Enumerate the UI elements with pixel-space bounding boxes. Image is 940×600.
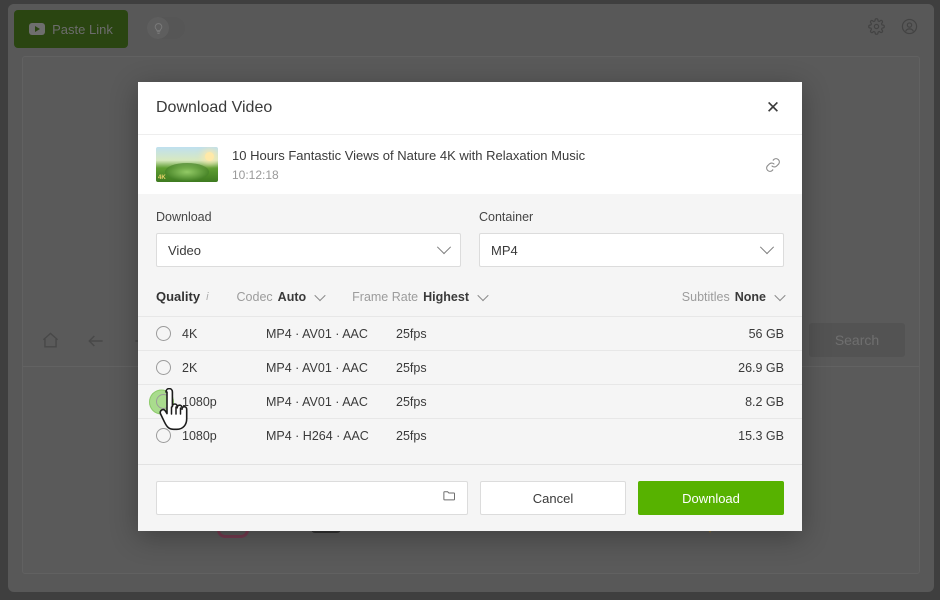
cancel-button-label: Cancel bbox=[532, 490, 574, 506]
table-row[interactable]: 1080p MP4 · AV01 · AAC 25fps 8.2 GB bbox=[138, 384, 802, 418]
folder-icon[interactable] bbox=[442, 488, 457, 508]
container-label: Container bbox=[479, 210, 534, 224]
video-info-row: 4K 10 Hours Fantastic Views of Nature 4K… bbox=[138, 134, 802, 194]
download-video-modal: Download Video ✕ 4K 10 Hours Fantastic V… bbox=[138, 82, 802, 531]
download-type-label: Download bbox=[156, 210, 212, 224]
quality-size: 15.3 GB bbox=[738, 428, 784, 443]
quality-codec: MP4 · H264 · AAC bbox=[266, 428, 369, 443]
info-icon[interactable]: i bbox=[206, 291, 208, 303]
quality-radio[interactable] bbox=[156, 360, 171, 375]
modal-body: Download Video Container MP4 Quality i C… bbox=[138, 194, 802, 316]
select-grid: Download Video Container MP4 bbox=[156, 210, 784, 267]
framerate-value: Highest bbox=[423, 289, 469, 304]
thumbnail-quality-badge: 4K bbox=[158, 175, 166, 181]
download-type-group: Download Video bbox=[156, 210, 461, 267]
subtitles-label: Subtitles bbox=[681, 289, 730, 304]
table-row[interactable]: 1080p MP4 · H264 · AAC 25fps 15.3 GB bbox=[138, 418, 802, 452]
quality-size: 8.2 GB bbox=[745, 394, 784, 409]
quality-name: 1080p bbox=[182, 394, 217, 409]
framerate-filter[interactable]: Frame Rate Highest bbox=[352, 289, 489, 304]
codec-value: Auto bbox=[277, 289, 307, 304]
quality-size: 56 GB bbox=[748, 326, 784, 341]
quality-fps: 25fps bbox=[396, 394, 427, 409]
download-type-value: Video bbox=[168, 242, 202, 258]
container-group: Container MP4 bbox=[479, 210, 784, 267]
chevron-down-icon bbox=[759, 240, 775, 255]
quality-name: 1080p bbox=[182, 428, 217, 443]
link-icon[interactable] bbox=[762, 157, 784, 173]
video-meta: 10 Hours Fantastic Views of Nature 4K wi… bbox=[232, 148, 748, 182]
close-icon[interactable]: ✕ bbox=[762, 97, 784, 119]
chevron-down-icon bbox=[436, 240, 452, 255]
download-button[interactable]: Download bbox=[638, 481, 784, 515]
quality-name: 4K bbox=[182, 326, 198, 341]
chevron-down-icon bbox=[314, 289, 326, 301]
quality-size: 26.9 GB bbox=[738, 360, 784, 375]
subtitles-value: None bbox=[734, 289, 766, 304]
quality-codec: MP4 · AV01 · AAC bbox=[266, 360, 368, 375]
modal-title: Download Video bbox=[156, 99, 273, 116]
quality-codec: MP4 · AV01 · AAC bbox=[266, 394, 368, 409]
video-thumbnail: 4K bbox=[156, 147, 218, 182]
modal-header: Download Video ✕ bbox=[138, 82, 802, 134]
quality-filter-row: Quality i Codec Auto Frame Rate Highest … bbox=[156, 289, 786, 316]
container-value: MP4 bbox=[491, 242, 518, 258]
video-duration: 10:12:18 bbox=[232, 167, 279, 182]
subtitles-filter[interactable]: Subtitles None bbox=[681, 289, 786, 304]
modal-footer: Cancel Download bbox=[138, 464, 802, 531]
codec-label: Codec bbox=[236, 289, 273, 304]
quality-label: Quality bbox=[156, 289, 201, 304]
chevron-down-icon bbox=[774, 289, 786, 301]
quality-radio[interactable] bbox=[156, 394, 171, 409]
quality-heading: Quality i bbox=[156, 289, 209, 304]
table-row[interactable]: 2K MP4 · AV01 · AAC 25fps 26.9 GB bbox=[138, 350, 802, 384]
quality-fps: 25fps bbox=[396, 428, 427, 443]
quality-radio[interactable] bbox=[156, 326, 171, 341]
video-title: 10 Hours Fantastic Views of Nature 4K wi… bbox=[232, 147, 586, 163]
download-type-select[interactable]: Video bbox=[156, 233, 461, 267]
quality-fps: 25fps bbox=[396, 360, 427, 375]
cancel-button[interactable]: Cancel bbox=[480, 481, 626, 515]
framerate-label: Frame Rate bbox=[352, 289, 419, 304]
quality-fps: 25fps bbox=[396, 326, 427, 341]
chevron-down-icon bbox=[477, 289, 489, 301]
container-select[interactable]: MP4 bbox=[479, 233, 784, 267]
quality-list: 4K MP4 · AV01 · AAC 25fps 56 GB 2K MP4 ·… bbox=[138, 316, 802, 452]
codec-filter[interactable]: Codec Auto bbox=[236, 289, 326, 304]
quality-name: 2K bbox=[182, 360, 198, 375]
quality-radio[interactable] bbox=[156, 428, 171, 443]
table-row[interactable]: 4K MP4 · AV01 · AAC 25fps 56 GB bbox=[138, 316, 802, 350]
download-button-label: Download bbox=[682, 490, 740, 506]
save-path-input[interactable] bbox=[156, 481, 468, 515]
quality-codec: MP4 · AV01 · AAC bbox=[266, 326, 368, 341]
